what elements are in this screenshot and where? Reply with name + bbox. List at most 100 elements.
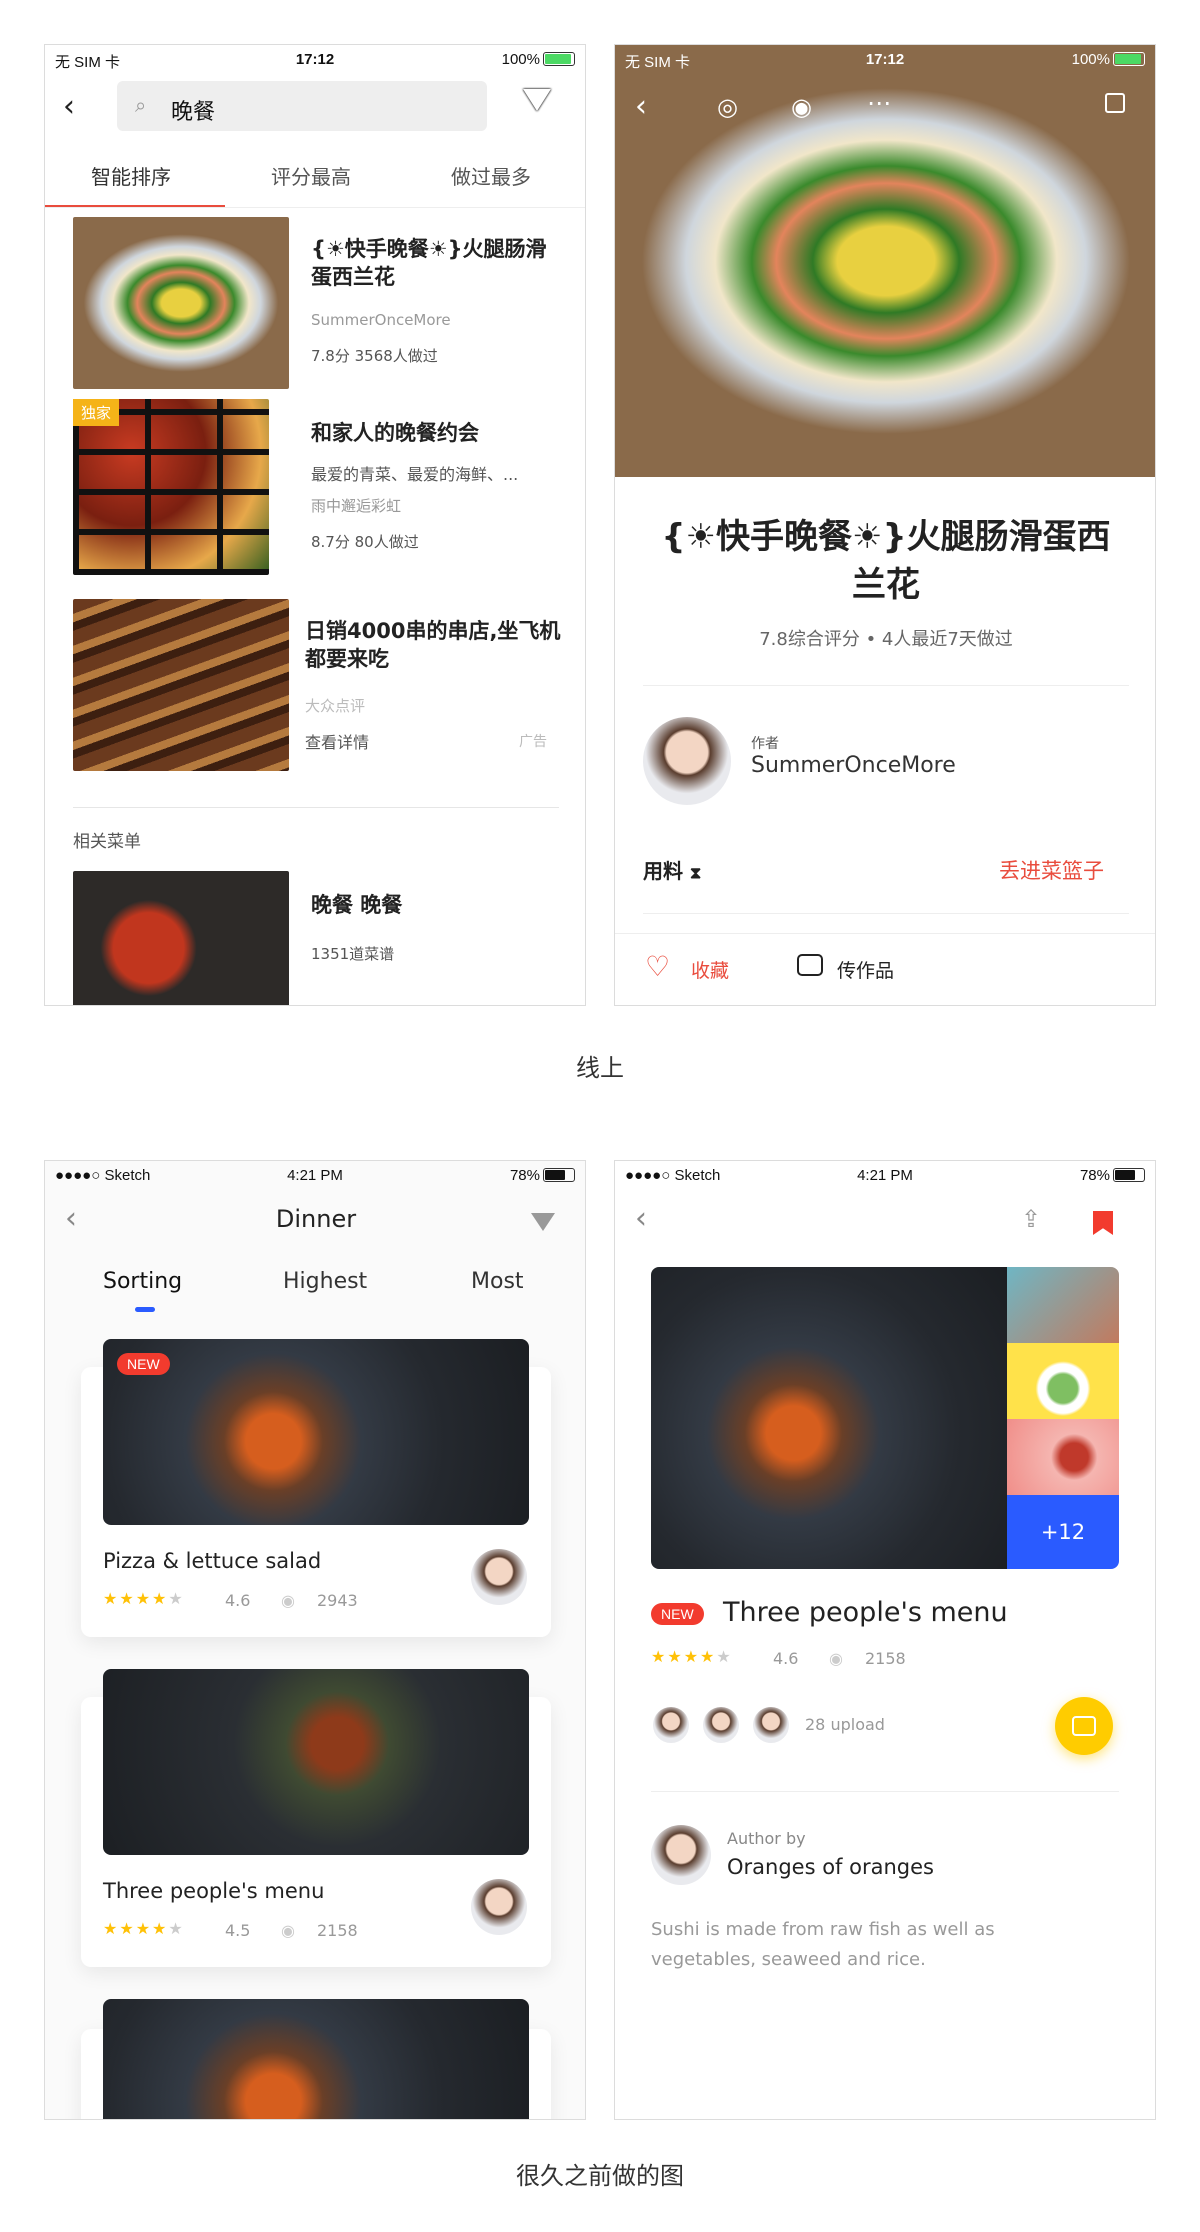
ad-image[interactable] (73, 599, 289, 771)
ad-label: 广告 (519, 734, 547, 750)
more-icon[interactable]: ⋯ (867, 89, 891, 117)
main-gallery-image[interactable] (651, 1267, 1007, 1569)
gallery-thumb[interactable] (1007, 1267, 1119, 1343)
author-avatar[interactable] (471, 1549, 527, 1605)
author-avatar[interactable] (651, 1825, 711, 1885)
tab-most[interactable]: Most (471, 1269, 524, 1294)
tab-smart-sort[interactable]: 智能排序 (91, 161, 171, 190)
battery: 78% (510, 1167, 575, 1184)
camera-button[interactable] (1055, 1697, 1113, 1755)
back-icon[interactable]: ‹ (635, 1201, 647, 1236)
battery-icon (1113, 1168, 1145, 1182)
recipe-title[interactable]: 和家人的晚餐约会 (311, 417, 479, 447)
related-title: 相关菜单 (73, 832, 141, 852)
recipe-title: Three people's menu (723, 1597, 1008, 1628)
battery-icon (543, 52, 575, 66)
author-label: Author by (727, 1829, 806, 1848)
recipe-meta: 8.7分 80人做过 (311, 533, 419, 551)
moments-icon[interactable]: ◉ (791, 93, 812, 121)
uploader-avatar[interactable] (651, 1705, 691, 1745)
recipe-meta: 7.8分 3568人做过 (311, 347, 438, 365)
camera-icon[interactable] (797, 954, 823, 976)
divider (73, 807, 559, 808)
gallery-thumb[interactable] (1007, 1343, 1119, 1419)
heart-icon[interactable]: ♡ (645, 950, 670, 983)
recipe-image[interactable] (73, 217, 289, 389)
rating-stars: ★★★★★ (103, 1919, 185, 1938)
tab-indicator (135, 1307, 155, 1312)
recipe-title[interactable]: Pizza & lettuce salad (103, 1549, 321, 1573)
related-image[interactable] (73, 871, 289, 1005)
related-menu-title[interactable]: 晚餐 晚餐 (311, 889, 402, 919)
favorite-button[interactable]: 收藏 (691, 956, 729, 983)
battery: 100% (1072, 51, 1145, 68)
rating-stars: ★★★★★ (103, 1589, 185, 1608)
page-title: Dinner (275, 1205, 357, 1233)
upload-count: 28 upload (805, 1715, 885, 1734)
tab-highest[interactable]: Highest (283, 1269, 367, 1294)
new-badge: NEW (651, 1603, 704, 1625)
eye-icon: ◉ (281, 1591, 295, 1610)
online-detail-screen: 无 SIM 卡 17:12 100% ‹ ◎ ◉ ⋯ {☀快手晚餐☀}火腿肠滑蛋… (614, 44, 1156, 1006)
eye-icon: ◉ (281, 1921, 295, 1940)
add-to-basket-button[interactable]: 丢进菜篮子 (999, 855, 1104, 885)
battery-icon (543, 1168, 575, 1182)
wechat-icon[interactable]: ◎ (717, 93, 738, 121)
time: 4:21 PM (287, 1167, 343, 1184)
status-bar: 无 SIM 卡 17:12 100% (45, 45, 585, 75)
time: 4:21 PM (857, 1167, 913, 1184)
search-icon: ⌕ (135, 93, 147, 117)
ingredients-title: 用料 ⧗ (643, 859, 702, 883)
rating-stars: ★★★★★ (651, 1647, 733, 1666)
status-bar: ●●●●○ Sketch 4:21 PM 78% (45, 1161, 585, 1191)
share-icon[interactable]: ⇪ (1021, 1205, 1041, 1233)
view-count: 2158 (865, 1649, 906, 1668)
status-bar: ●●●●○ Sketch 4:21 PM 78% (615, 1161, 1155, 1191)
back-icon[interactable]: ‹ (63, 89, 75, 124)
back-icon[interactable]: ‹ (635, 89, 647, 124)
search-input[interactable]: ⌕ 晚餐 (117, 81, 487, 131)
uploader-avatar[interactable] (751, 1705, 791, 1745)
recent-count: 4人最近7天做过 (881, 629, 1013, 650)
rating-value: 4.5 (225, 1921, 251, 1940)
tab-highest[interactable]: 评分最高 (271, 161, 351, 190)
ad-title[interactable]: 日销4000串的串店,坐飞机都要来吃 (305, 617, 565, 673)
tab-most-made[interactable]: 做过最多 (451, 161, 531, 190)
author-label: 作者 (751, 736, 779, 752)
search-value: 晚餐 (171, 100, 216, 125)
rating-line: 7.8综合评分 • 4人最近7天做过 (759, 629, 1013, 650)
recipe-author: SummerOnceMore (311, 311, 451, 329)
upload-work-button[interactable]: 传作品 (837, 956, 894, 983)
ad-link[interactable]: 查看详情 (305, 729, 369, 753)
eye-icon: ◉ (829, 1649, 843, 1668)
caption-old: 很久之前做的图 (516, 2162, 684, 2190)
filter-icon[interactable] (531, 1213, 555, 1231)
author-avatar[interactable] (643, 717, 731, 805)
recipe-desc: 最爱的青菜、最爱的海鲜、... (311, 465, 519, 484)
recipe-title[interactable]: Three people's menu (103, 1879, 324, 1903)
basket-icon[interactable] (1105, 93, 1125, 113)
author-name[interactable]: SummerOnceMore (751, 753, 956, 778)
related-menu-meta: 1351道菜谱 (311, 945, 395, 963)
filter-icon[interactable] (523, 89, 551, 111)
ad-source: 大众点评 (305, 697, 366, 715)
tab-sorting[interactable]: Sorting (103, 1269, 182, 1294)
recipe-author: 雨中邂逅彩虹 (311, 497, 402, 515)
divider (45, 207, 585, 208)
author-name[interactable]: Oranges of oranges (727, 1855, 934, 1879)
bookmark-icon[interactable] (1093, 1211, 1113, 1235)
recipe-image[interactable] (103, 1999, 529, 2119)
gallery-thumb[interactable] (1007, 1419, 1119, 1495)
view-count: 2943 (317, 1591, 358, 1610)
uploader-avatar[interactable] (701, 1705, 741, 1745)
divider (643, 685, 1129, 686)
author-avatar[interactable] (471, 1879, 527, 1935)
recipe-image[interactable] (103, 1669, 529, 1855)
camera-icon (1072, 1716, 1096, 1736)
recipe-title[interactable]: {☀快手晚餐☀}火腿肠滑蛋西兰花 (311, 235, 561, 291)
scale-icon: ⧗ (689, 863, 702, 882)
more-photos-button[interactable]: +12 (1007, 1495, 1119, 1569)
recipe-title: {☀快手晚餐☀}火腿肠滑蛋西兰花 (661, 517, 1111, 605)
battery-icon (1113, 52, 1145, 66)
view-count: 2158 (317, 1921, 358, 1940)
